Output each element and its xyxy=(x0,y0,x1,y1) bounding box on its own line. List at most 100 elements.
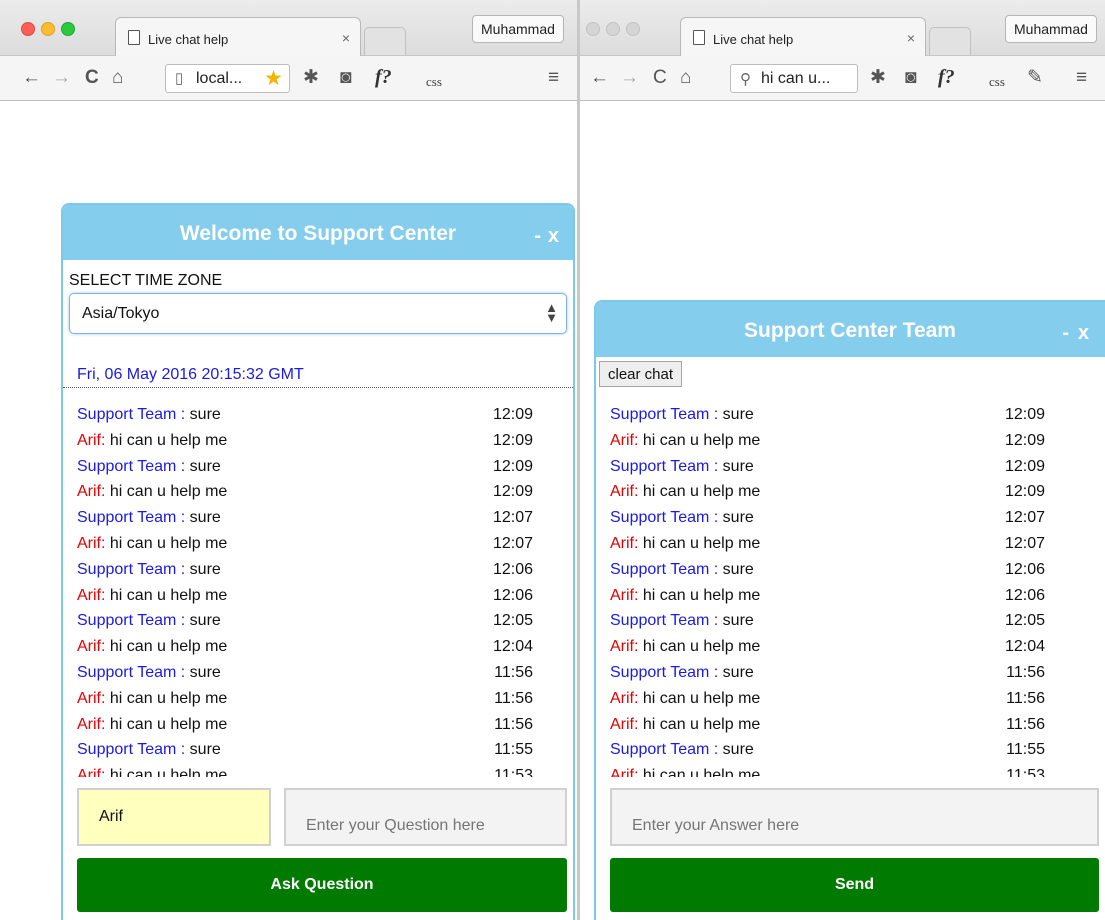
message-sender: Support Team : xyxy=(77,406,186,423)
message-sender: Arif: xyxy=(610,483,639,501)
zoom-window-button[interactable] xyxy=(626,22,640,36)
chat-message: Arif: hi can u help me 12:07 xyxy=(77,534,533,560)
browser-window-right: Live chat help × Muhammad ← → C ⌂ ⚲ hi c… xyxy=(580,0,1105,920)
eyedropper-icon[interactable]: ✎ xyxy=(1027,66,1043,90)
message-text: hi can u help me xyxy=(105,638,228,656)
profile-button[interactable]: Muhammad xyxy=(1005,15,1097,43)
message-text: hi can u help me xyxy=(638,483,761,501)
firebug-icon[interactable]: ✱ xyxy=(303,66,319,90)
message-sender: Support Team : xyxy=(77,741,186,759)
minimize-button[interactable]: - xyxy=(534,225,541,248)
forward-icon[interactable]: → xyxy=(52,66,71,90)
chat-message: Arif: hi can u help me 11:56 xyxy=(77,689,533,715)
message-text: hi can u help me xyxy=(105,767,228,777)
close-button[interactable]: x xyxy=(548,225,559,248)
chat-message: Arif: hi can u help me 12:09 xyxy=(77,431,533,457)
chat-message: Arif: hi can u help me 12:09 xyxy=(610,482,1045,508)
reload-icon[interactable]: C xyxy=(85,66,99,90)
message-text: hi can u help me xyxy=(105,483,228,501)
chat-message: Arif: hi can u help me 12:04 xyxy=(610,637,1045,663)
chat-message: Support Team : sure 12:09 xyxy=(77,405,533,431)
message-time: 11:53 xyxy=(494,767,533,777)
home-icon[interactable]: ⌂ xyxy=(112,66,123,90)
css-icon[interactable]: css xyxy=(426,70,442,94)
message-time: 11:53 xyxy=(1006,767,1045,777)
address-bar[interactable]: ▯ local... ★ xyxy=(165,64,290,93)
chat-message: Arif: hi can u help me 11:56 xyxy=(610,715,1045,741)
message-text: hi can u help me xyxy=(105,586,228,604)
minimize-button[interactable]: - xyxy=(1062,322,1069,345)
message-text: hi can u help me xyxy=(638,638,761,656)
home-icon[interactable]: ⌂ xyxy=(680,66,691,90)
message-sender: Support Team : xyxy=(610,741,719,759)
zoom-window-button[interactable] xyxy=(61,22,75,36)
browser-toolbar: ← → C ⌂ ⚲ hi can u... ✱ ◙ f? css ✎ ≡ xyxy=(580,56,1105,101)
message-text: sure xyxy=(185,406,221,423)
message-text: hi can u help me xyxy=(638,715,761,733)
reload-icon[interactable]: C xyxy=(653,66,667,90)
browser-tab[interactable]: Live chat help × xyxy=(680,17,926,57)
message-time: 12:06 xyxy=(492,586,533,604)
close-window-button[interactable] xyxy=(21,22,35,36)
ask-question-button[interactable]: Ask Question xyxy=(77,858,567,912)
back-icon[interactable]: ← xyxy=(22,66,41,90)
clear-chat-button[interactable]: clear chat xyxy=(599,361,683,387)
answer-input[interactable] xyxy=(610,788,1099,846)
bookmark-star-icon[interactable]: ★ xyxy=(264,66,283,91)
chat-message: Arif: hi can u help me 12:04 xyxy=(77,637,533,663)
page-icon xyxy=(693,30,705,45)
message-list[interactable]: Support Team : sure 12:09 Arif: hi can u h… xyxy=(610,405,1045,777)
message-sender: Arif: xyxy=(77,483,106,501)
message-sender: Support Team : xyxy=(610,612,719,630)
close-window-button[interactable] xyxy=(586,22,600,36)
new-tab-button[interactable] xyxy=(929,27,971,55)
css-icon[interactable]: css xyxy=(989,70,1005,94)
message-sender: Support Team : xyxy=(610,663,719,681)
tab-close-icon[interactable]: × xyxy=(907,30,915,46)
new-tab-button[interactable] xyxy=(364,27,406,55)
menu-icon[interactable]: ≡ xyxy=(548,66,559,90)
address-bar[interactable]: ⚲ hi can u... xyxy=(730,64,858,93)
message-text: sure xyxy=(185,560,221,578)
name-field[interactable]: Arif xyxy=(77,788,271,846)
font-finder-icon[interactable]: f? xyxy=(938,65,955,89)
font-finder-icon[interactable]: f? xyxy=(375,65,392,89)
message-text: hi can u help me xyxy=(638,767,761,777)
address-text: local... xyxy=(196,70,243,87)
message-sender: Arif: xyxy=(77,715,106,733)
minimize-window-button[interactable] xyxy=(606,22,620,36)
title-bar: Live chat help × Muhammad xyxy=(0,0,577,57)
chat-message: Arif: hi can u help me 12:07 xyxy=(610,534,1045,560)
pocket-icon[interactable]: ◙ xyxy=(340,66,351,90)
message-list[interactable]: Support Team : sure 12:09 Arif: hi can u h… xyxy=(77,405,533,777)
chat-message: Arif: hi can u help me 11:56 xyxy=(77,715,533,741)
minimize-window-button[interactable] xyxy=(41,22,55,36)
chat-message: Arif: hi can u help me 11:53 xyxy=(77,766,533,777)
message-time: 11:56 xyxy=(494,663,533,681)
menu-icon[interactable]: ≡ xyxy=(1076,66,1087,90)
tab-title: Live chat help xyxy=(713,32,794,47)
message-time: 12:04 xyxy=(1004,638,1045,656)
chat-header: Support Center Team - x xyxy=(596,302,1105,357)
message-sender: Support Team : xyxy=(610,560,719,578)
browser-tab[interactable]: Live chat help × xyxy=(115,17,361,57)
message-text: hi can u help me xyxy=(105,534,228,552)
chat-message: Support Team : sure 11:56 xyxy=(77,663,533,689)
forward-icon[interactable]: → xyxy=(620,66,639,90)
question-input[interactable] xyxy=(284,788,567,846)
message-time: 12:09 xyxy=(492,483,533,501)
message-sender: Arif: xyxy=(610,767,639,777)
firebug-icon[interactable]: ✱ xyxy=(870,66,886,90)
message-sender: Arif: xyxy=(77,586,106,604)
tab-close-icon[interactable]: × xyxy=(342,30,350,46)
pocket-icon[interactable]: ◙ xyxy=(905,66,916,90)
send-button[interactable]: Send xyxy=(610,858,1099,912)
chat-message: Arif: hi can u help me 12:09 xyxy=(77,482,533,508)
back-icon[interactable]: ← xyxy=(590,66,609,90)
message-text: sure xyxy=(185,612,221,630)
browser-window-left: Live chat help × Muhammad ← → C ⌂ ▯ loca… xyxy=(0,0,577,920)
message-text: hi can u help me xyxy=(638,534,761,552)
profile-button[interactable]: Muhammad xyxy=(472,15,564,43)
close-button[interactable]: x xyxy=(1078,322,1089,345)
timezone-select[interactable]: Asia/Tokyo ▲ ▼ xyxy=(69,293,567,334)
